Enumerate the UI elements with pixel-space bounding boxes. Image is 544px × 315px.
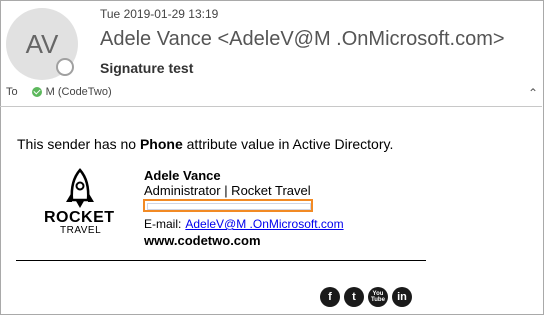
empty-phone-field — [147, 203, 311, 210]
facebook-icon[interactable]: f — [320, 287, 340, 307]
signature-name: Adele Vance — [144, 168, 221, 183]
message-body-text: This sender has no Phone attribute value… — [17, 136, 393, 152]
social-icons: f t You Tube in — [320, 287, 412, 307]
recipients-row: To M (CodeTwo) — [6, 86, 112, 98]
signature-divider — [16, 260, 426, 261]
linkedin-icon[interactable]: in — [392, 287, 412, 307]
youtube-icon[interactable]: You Tube — [368, 287, 388, 307]
presence-status-icon — [56, 58, 74, 76]
sender-name[interactable]: Adele Vance <AdeleV@M .OnMicrosoft.com> — [100, 28, 505, 51]
signature-website[interactable]: www.codetwo.com — [144, 233, 261, 248]
header-divider — [0, 106, 542, 107]
body-text-start: This sender has no — [17, 136, 140, 152]
signature-email-row: E-mail: AdeleV@M .OnMicrosoft.com — [144, 217, 344, 231]
recipient-name[interactable]: M (CodeTwo) — [46, 86, 112, 98]
chevron-up-icon[interactable]: ⌃ — [528, 86, 538, 100]
body-text-bold: Phone — [139, 136, 183, 152]
message-subject: Signature test — [100, 60, 194, 76]
avatar-initials: AV — [25, 28, 59, 59]
email-link[interactable]: AdeleV@M .OnMicrosoft.com — [185, 217, 343, 231]
logo-subtitle: TRAVEL — [60, 225, 102, 236]
twitter-icon[interactable]: t — [344, 287, 364, 307]
message-date: Tue 2019-01-29 13:19 — [100, 7, 219, 21]
signature-title: Administrator | Rocket Travel — [144, 183, 311, 198]
checkmark-icon — [31, 87, 42, 97]
email-label: E-mail: — [144, 217, 182, 231]
to-label: To — [6, 86, 18, 98]
body-text-end: attribute value in Active Directory. — [182, 136, 394, 152]
